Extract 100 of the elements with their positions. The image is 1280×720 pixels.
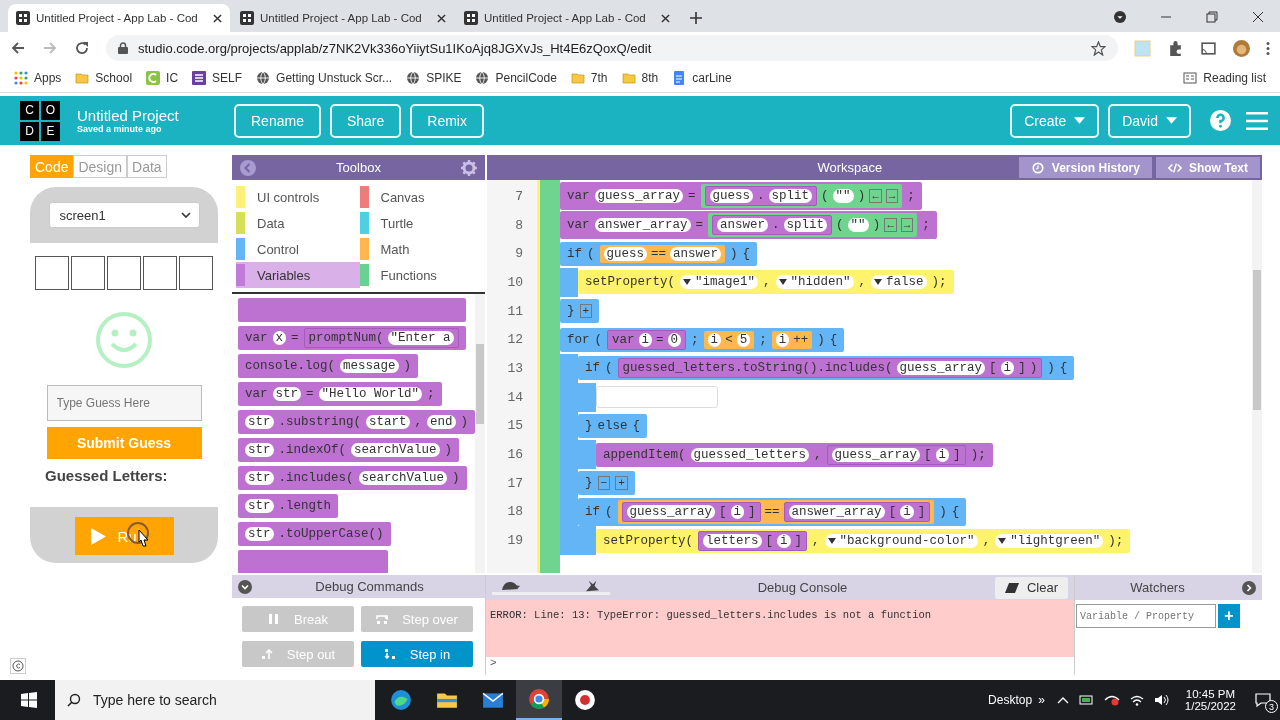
close-icon[interactable]: [661, 13, 670, 23]
code-block[interactable]: str .substring( start , end ): [238, 410, 475, 434]
code-slot[interactable]: 0: [667, 332, 682, 347]
code-slot[interactable]: end: [427, 415, 456, 429]
close-icon[interactable]: [213, 13, 222, 23]
code-slot[interactable]: "Hello World": [318, 387, 423, 401]
collapse-icon[interactable]: [238, 579, 252, 594]
category-item[interactable]: Math: [359, 236, 483, 262]
network-icon[interactable]: [1103, 694, 1120, 706]
maximize-icon[interactable]: [1206, 11, 1218, 23]
new-tab-icon[interactable]: [690, 12, 702, 24]
bookmark-link[interactable]: SELF: [192, 71, 243, 85]
code-block[interactable]: } − +: [578, 471, 635, 496]
block-toggle-button[interactable]: →: [900, 218, 914, 233]
code-slot[interactable]: searchValue: [351, 443, 440, 457]
back-icon[interactable]: [10, 40, 26, 56]
code-slot[interactable]: str: [245, 527, 274, 541]
code-block[interactable]: var x = promptNum( "Enter a: [238, 326, 466, 350]
category-item[interactable]: Functions: [359, 262, 483, 288]
bookmark-link[interactable]: Getting Unstuck Scr...: [256, 71, 393, 85]
puzzle-icon[interactable]: [1167, 39, 1184, 57]
code-block[interactable]: } +: [560, 299, 600, 324]
start-icon[interactable]: [21, 692, 37, 708]
avatar-icon[interactable]: [1233, 39, 1250, 57]
code-slot[interactable]: guess: [603, 246, 648, 261]
code-slot[interactable]: guess_array: [896, 361, 986, 376]
code-slot[interactable]: str: [245, 443, 274, 457]
notification-button[interactable]: 3: [1250, 687, 1276, 713]
bookmark-link[interactable]: School: [75, 71, 133, 85]
chevron-up-icon[interactable]: [1056, 696, 1069, 704]
dropdown-slot[interactable]: "hidden": [775, 275, 854, 290]
more-button[interactable]: »: [1038, 693, 1045, 707]
category-item[interactable]: Turtle: [359, 210, 483, 236]
code-slot[interactable]: "": [832, 189, 854, 204]
taskbar-clock[interactable]: 10:45 PM 1/25/2022: [1184, 688, 1236, 712]
block-toggle-button[interactable]: +: [579, 304, 593, 319]
code-block[interactable]: for ( var i = 0 ; i < 5 ; i ++ ) {: [560, 327, 845, 352]
code-slot[interactable]: str: [245, 499, 274, 513]
code-block[interactable]: var str = "Hello World" ;: [238, 382, 442, 406]
settings-icon[interactable]: [461, 159, 477, 176]
code-block[interactable]: setProperty( letters [ i ] , "background-color" , "lightgreen" );: [596, 528, 1131, 553]
close-icon[interactable]: [437, 13, 446, 23]
code-slot[interactable]: split: [768, 189, 813, 204]
help-icon[interactable]: [1210, 110, 1231, 131]
code-block[interactable]: var answer_array = answer . split ( "" ) ← → ;: [560, 211, 937, 240]
bookmark-link[interactable]: 7th: [570, 71, 608, 85]
code-block[interactable]: str .indexOf( searchValue ): [238, 438, 460, 462]
reading-list-link[interactable]: Reading list: [1183, 71, 1266, 85]
code-slot[interactable]: answer: [670, 246, 722, 261]
browser-tab[interactable]: Untitled Project - App Lab - Cod: [456, 4, 678, 32]
block-toggle-button[interactable]: ←: [869, 189, 882, 204]
code-block[interactable]: if ( guess_array [ i ] == answer_array [ i ] ) {: [578, 497, 967, 526]
code-block[interactable]: } else {: [578, 413, 648, 438]
dropdown-slot[interactable]: "background-color": [824, 533, 978, 548]
code-slot[interactable]: x: [272, 331, 287, 345]
category-item[interactable]: UI controls: [236, 184, 360, 210]
code-block[interactable]: console.log( message ): [238, 354, 419, 378]
profile-menu-icon[interactable]: [1114, 11, 1126, 23]
screen-dropdown[interactable]: screen1: [48, 202, 200, 228]
code-slot[interactable]: i: [707, 332, 722, 347]
code-block[interactable]: var guess_array = guess . split ( "" ) ← → ;: [560, 182, 922, 211]
bookmark-star-icon[interactable]: [1091, 40, 1106, 56]
bookmark-link[interactable]: PencilCode: [475, 71, 557, 85]
code-block[interactable]: if ( guess == answer ) {: [560, 241, 758, 266]
block-toggle-button[interactable]: →: [885, 189, 899, 204]
taskbar-search-field[interactable]: Type here to search: [55, 680, 375, 720]
code-block[interactable]: str .toUpperCase(): [238, 522, 391, 546]
code-slot[interactable]: answer_array: [788, 504, 885, 519]
block-toggle-button[interactable]: ←: [884, 218, 897, 233]
copyright-icon[interactable]: [10, 658, 26, 674]
code-slot[interactable]: guess_array: [831, 447, 921, 462]
expand-icon[interactable]: [1242, 580, 1256, 595]
watch-input-field[interactable]: Variable / Property: [1076, 604, 1216, 628]
wifi-icon[interactable]: [1128, 694, 1145, 706]
code-slot[interactable]: searchValue: [358, 471, 448, 485]
more-icon[interactable]: [1266, 39, 1270, 57]
battery-icon[interactable]: [1078, 694, 1095, 706]
dropdown-slot[interactable]: false: [871, 275, 927, 290]
bookmark-link[interactable]: SPIKE: [406, 71, 462, 85]
bookmark-link[interactable]: Apps: [14, 71, 62, 85]
dropdown-slot[interactable]: "image1": [680, 275, 759, 290]
code-slot[interactable]: answer: [717, 218, 769, 233]
code-slot[interactable]: letters: [703, 533, 762, 548]
code-slot[interactable]: i: [777, 533, 791, 548]
code-slot[interactable]: i: [775, 332, 790, 347]
code-slot[interactable]: 5: [736, 332, 751, 347]
code-block[interactable]: str .includes( searchValue ): [238, 466, 467, 490]
clear-button[interactable]: Clear: [994, 576, 1068, 599]
reload-icon[interactable]: [74, 40, 90, 56]
category-item[interactable]: Variables: [236, 262, 360, 288]
code-slot[interactable]: guessed_letters: [690, 447, 810, 462]
dropdown-slot[interactable]: "lightgreen": [995, 533, 1104, 548]
close-icon[interactable]: [1252, 11, 1264, 23]
code-slot[interactable]: i: [935, 447, 950, 462]
code-slot[interactable]: i: [730, 504, 745, 519]
code-slot[interactable]: i: [638, 332, 653, 347]
code-slot[interactable]: "": [847, 218, 869, 233]
code-block[interactable]: if ( guessed_letters.toString().includes( guess_array [ i ] ) ) {: [578, 356, 1075, 381]
block-toggle-button[interactable]: −: [597, 476, 611, 491]
browser-tab[interactable]: Untitled Project - App Lab - Cod: [232, 4, 454, 32]
